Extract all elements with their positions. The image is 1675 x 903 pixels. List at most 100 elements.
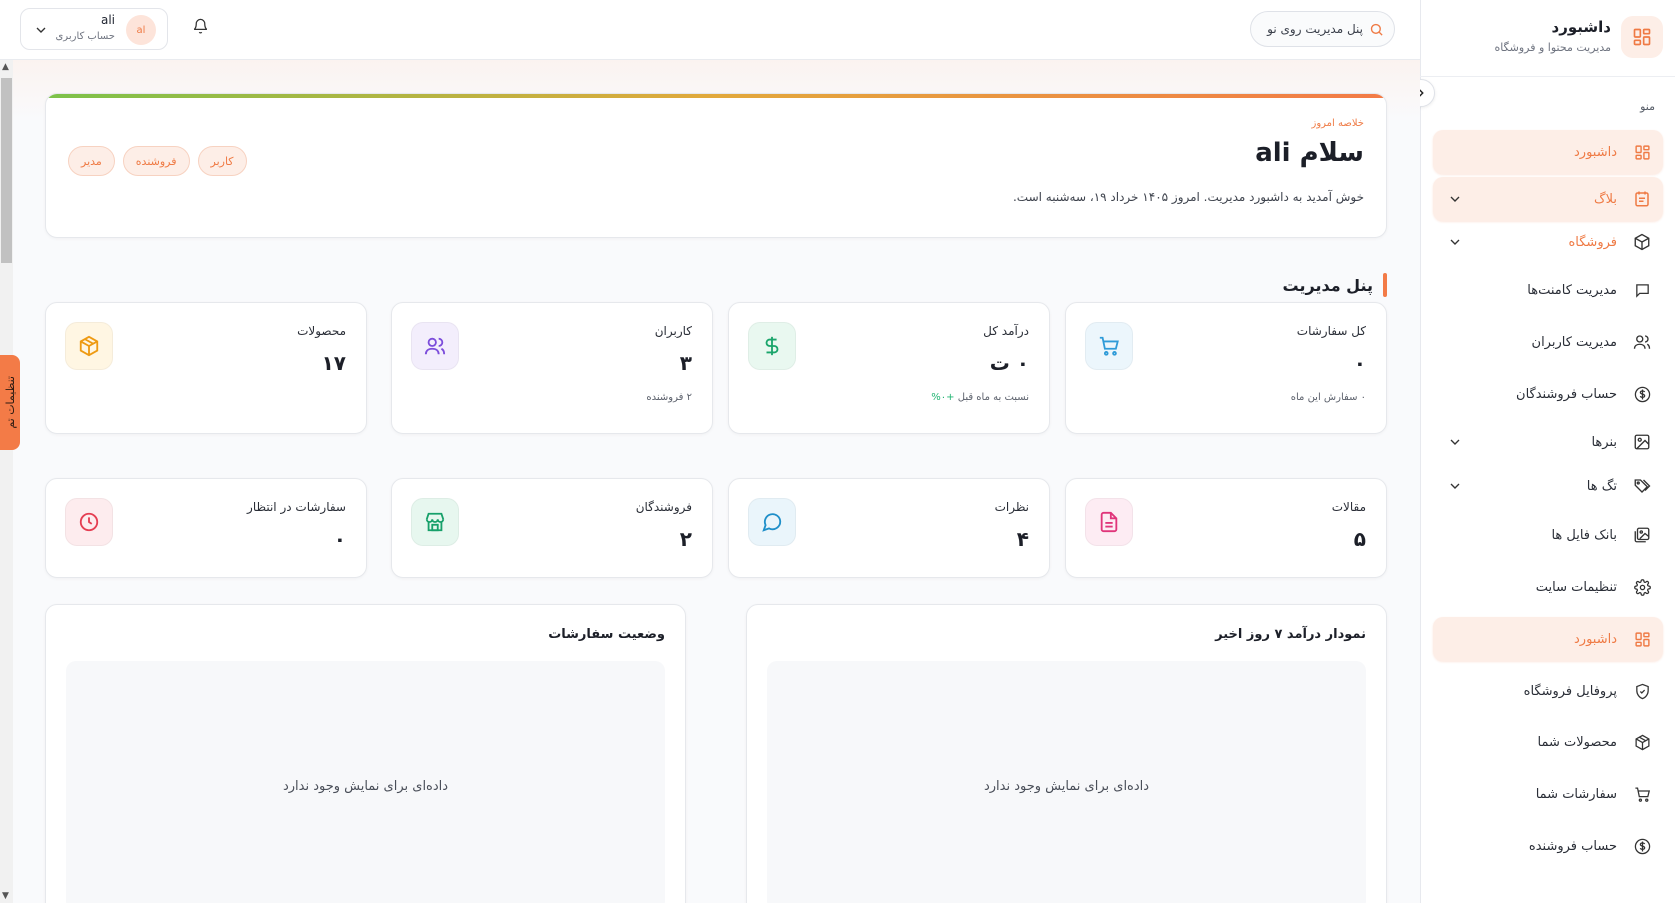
sidebar-item-your-products[interactable]: محصولات شما	[1433, 720, 1663, 764]
stat-label: نظرات	[994, 500, 1029, 514]
sidebar-item-label: بلاگ	[1593, 191, 1617, 207]
main-scrollbar[interactable]: ▲ ▼	[0, 60, 13, 903]
scroll-thumb[interactable]	[1, 78, 12, 263]
stat-value: ۰	[1353, 351, 1366, 375]
sidebar-item-shop[interactable]: فروشگاه	[1433, 220, 1663, 264]
packages-icon	[1631, 731, 1653, 753]
stat-card-total-orders[interactable]: کل سفارشات ۰ ۰ سفارش این ماه	[1065, 302, 1387, 434]
stat-subtext: ۰ سفارش این ماه	[1290, 392, 1366, 403]
sidebar-item-label: تگ ها	[1586, 478, 1617, 494]
revenue-chart-panel: نمودار درآمد ۷ روز اخیر داده‌ای برای نما…	[746, 604, 1387, 903]
message-square-icon	[1631, 279, 1653, 301]
stat-label: کل سفارشات	[1296, 324, 1366, 338]
theme-settings-tab[interactable]: تنظیمات تم	[0, 355, 20, 450]
stat-value: ۱۷	[321, 351, 346, 375]
package-icon	[1631, 231, 1653, 253]
sidebar-item-banners[interactable]: بنرها	[1433, 420, 1663, 464]
grid-icon	[1631, 141, 1653, 163]
brand-subtitle: مدیریت محتوا و فروشگاه	[1494, 41, 1611, 54]
sidebar-item-label: فروشگاه	[1568, 234, 1617, 250]
stat-card-vendors[interactable]: فروشندگان ۲	[391, 478, 713, 578]
stat-value: ۲	[679, 527, 692, 551]
stat-card-pending-orders[interactable]: سفارشات در انتظار ۰	[45, 478, 367, 578]
section-accent-bar	[1383, 273, 1387, 297]
stat-value: ۰ ت	[989, 351, 1029, 375]
sidebar-item-store-profile[interactable]: پروفایل فروشگاه	[1433, 669, 1663, 713]
stat-label: درآمد کل	[983, 324, 1029, 338]
sidebar-item-your-orders[interactable]: سفارشات شما	[1433, 772, 1663, 816]
scroll-up-arrow[interactable]: ▲	[2, 62, 9, 72]
users-icon	[411, 322, 459, 370]
sidebar-item-label: سفارشات شما	[1535, 786, 1617, 802]
stat-value: ۰	[333, 527, 346, 551]
brand-title: داشبورد	[1551, 18, 1611, 36]
sidebar-item-vendor-account[interactable]: حساب فروشنده	[1433, 824, 1663, 868]
sidebar-item-vendor-dashboard[interactable]: داشبورد	[1433, 617, 1663, 661]
sidebar-item-label: تنظیمات سایت	[1535, 579, 1617, 595]
role-chips: مدیر فروشنده کاربر	[68, 146, 247, 176]
stat-value: ۵	[1353, 527, 1366, 551]
dollar-icon	[748, 322, 796, 370]
search-icon	[1370, 23, 1383, 36]
cart-icon	[1631, 783, 1653, 805]
menu-caption: منو	[1640, 100, 1655, 113]
account-name: ali	[100, 13, 115, 27]
sidebar-item-label: مدیریت کاربران	[1531, 334, 1617, 350]
chart-area: داده‌ای برای نمایش وجود ندارد	[767, 661, 1366, 903]
sidebar-item-label: بانک فایل ها	[1551, 527, 1617, 543]
role-chip-vendor: فروشنده	[122, 146, 190, 176]
stat-value: ۳	[679, 351, 692, 375]
chevron-down-icon	[1450, 239, 1460, 245]
package-icon	[65, 322, 113, 370]
grid-icon	[1621, 16, 1663, 58]
search-input[interactable]	[1263, 22, 1363, 36]
theme-settings-label: تنظیمات تم	[3, 376, 17, 429]
calendar-icon	[1631, 188, 1653, 210]
role-chip-admin: مدیر	[68, 146, 115, 176]
cart-icon	[1085, 322, 1133, 370]
dollar-circle-icon	[1631, 383, 1653, 405]
sidebar-item-dashboard[interactable]: داشبورد	[1433, 130, 1663, 174]
stat-card-products[interactable]: محصولات ۱۷	[45, 302, 367, 434]
stat-trend: +۰%	[931, 392, 955, 403]
empty-state-text: داده‌ای برای نمایش وجود ندارد	[282, 778, 449, 794]
shield-icon	[1631, 680, 1653, 702]
account-menu[interactable]: al ali حساب کاربری	[20, 8, 168, 50]
main-content: خلاصه امروز سلام ali خوش آمدید به داشبور…	[13, 60, 1420, 903]
clock-icon	[65, 498, 113, 546]
stat-subtext-label: نسبت به ماه قبل	[957, 392, 1029, 403]
grid-icon	[1631, 628, 1653, 650]
sidebar-item-vendor-accounts[interactable]: حساب فروشندگان	[1433, 372, 1663, 416]
sidebar-item-site-settings[interactable]: تنظیمات سایت	[1433, 565, 1663, 609]
order-status-panel: وضعیت سفارشات داده‌ای برای نمایش وجود ند…	[45, 604, 686, 903]
search-box[interactable]	[1250, 11, 1395, 47]
sidebar-item-comments[interactable]: مدیریت کامنت‌ها	[1433, 268, 1663, 312]
sidebar-item-tags[interactable]: تگ ها	[1433, 464, 1663, 508]
stat-label: فروشندگان	[635, 500, 692, 514]
dollar-circle-icon	[1631, 835, 1653, 857]
images-icon	[1631, 524, 1653, 546]
sidebar-item-label: داشبورد	[1574, 144, 1617, 160]
stat-card-articles[interactable]: مقالات ۵	[1065, 478, 1387, 578]
scroll-down-arrow[interactable]: ▼	[2, 891, 9, 901]
users-icon	[1631, 331, 1653, 353]
sidebar-item-blog[interactable]: بلاگ	[1433, 177, 1663, 221]
bell-icon	[193, 18, 208, 34]
notifications-button[interactable]	[192, 18, 212, 38]
stat-card-users[interactable]: کاربران ۳ ۲ فروشنده	[391, 302, 713, 434]
stat-label: کاربران	[654, 324, 692, 338]
stat-card-comments[interactable]: نظرات ۴	[728, 478, 1050, 578]
welcome-gradient-bar	[46, 94, 1386, 98]
stat-label: محصولات	[297, 324, 346, 338]
stat-label: مقالات	[1331, 500, 1366, 514]
sidebar-item-label: مدیریت کامنت‌ها	[1527, 282, 1617, 298]
message-circle-icon	[748, 498, 796, 546]
sidebar-item-label: پروفایل فروشگاه	[1523, 683, 1617, 699]
stat-card-total-revenue[interactable]: درآمد کل ۰ ت نسبت به ماه قبل +۰%	[728, 302, 1050, 434]
sidebar-item-users[interactable]: مدیریت کاربران	[1433, 320, 1663, 364]
welcome-card: خلاصه امروز سلام ali خوش آمدید به داشبور…	[45, 93, 1387, 238]
account-role: حساب کاربری	[55, 31, 115, 42]
role-chip-user: کاربر	[197, 146, 247, 176]
sidebar-item-file-bank[interactable]: بانک فایل ها	[1433, 513, 1663, 557]
chart-area: داده‌ای برای نمایش وجود ندارد	[66, 661, 665, 903]
